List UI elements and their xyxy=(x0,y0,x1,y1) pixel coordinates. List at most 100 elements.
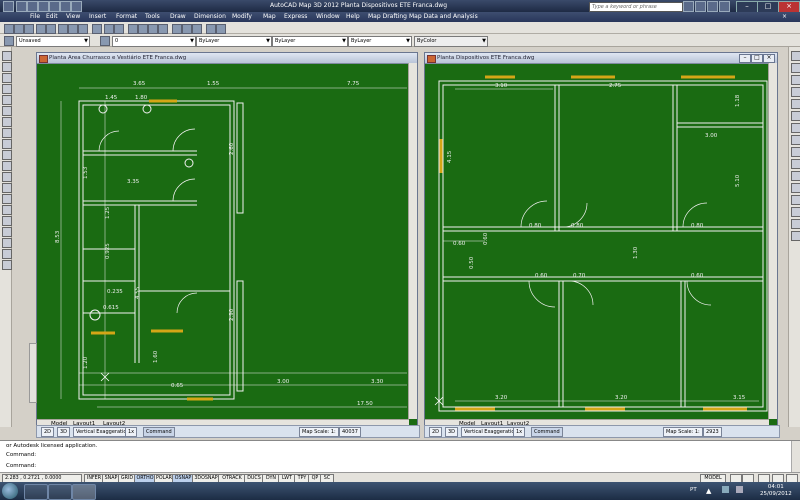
map-scale-value[interactable]: 2923 xyxy=(703,427,722,437)
insert-block-icon[interactable] xyxy=(2,172,12,182)
multiline-text-icon[interactable] xyxy=(2,249,12,259)
copy-icon[interactable] xyxy=(791,63,800,73)
menu-view[interactable]: View xyxy=(66,13,80,20)
menu-format[interactable]: Format xyxy=(116,13,137,20)
2d-button[interactable]: 2D xyxy=(41,427,55,437)
copy-icon[interactable] xyxy=(68,24,78,34)
start-button[interactable] xyxy=(2,483,18,499)
offset-icon[interactable] xyxy=(791,87,800,97)
move-icon[interactable] xyxy=(791,111,800,121)
right-drawing-window[interactable]: Planta Dispositivos ETE Franca.dwg – □ × xyxy=(424,52,778,438)
menu-edit[interactable]: Edit xyxy=(46,13,58,20)
gradient-icon[interactable] xyxy=(2,216,12,226)
erase-icon[interactable] xyxy=(791,51,800,61)
trim-icon[interactable] xyxy=(791,159,800,169)
array-icon[interactable] xyxy=(791,99,800,109)
chamfer-icon[interactable] xyxy=(791,207,800,217)
new-icon[interactable] xyxy=(16,1,27,12)
redo-tool-icon[interactable] xyxy=(114,24,124,34)
doc-close-icon[interactable]: × xyxy=(782,13,787,20)
open-icon[interactable] xyxy=(27,1,38,12)
circle-icon[interactable] xyxy=(2,117,12,127)
command-prompt[interactable]: Command: xyxy=(6,463,36,469)
stretch-icon[interactable] xyxy=(791,147,800,157)
extend-icon[interactable] xyxy=(791,171,800,181)
zoom-window-icon[interactable] xyxy=(148,24,158,34)
undo-tool-icon[interactable] xyxy=(104,24,114,34)
right-vertical-scrollbar[interactable] xyxy=(768,63,777,419)
left-drawing-window[interactable]: Planta Area Churrasco e Vestiário ETE Fr… xyxy=(29,52,418,438)
match-properties-icon[interactable] xyxy=(92,24,102,34)
subscription-icon[interactable] xyxy=(695,1,706,12)
volume-icon[interactable] xyxy=(736,486,743,493)
search-icon[interactable] xyxy=(683,1,694,12)
left-vertical-scrollbar[interactable] xyxy=(408,63,417,419)
cut-icon[interactable] xyxy=(58,24,68,34)
zoom-previous-icon[interactable] xyxy=(158,24,168,34)
plotstyle-combo[interactable]: ByColor ▼ xyxy=(414,36,488,47)
pan-icon[interactable] xyxy=(128,24,138,34)
ellipse-arc-icon[interactable] xyxy=(2,161,12,171)
plot-icon[interactable] xyxy=(71,1,82,12)
table-icon[interactable] xyxy=(2,238,12,248)
calculator-icon[interactable] xyxy=(216,24,226,34)
map-scale-value[interactable]: 40037 xyxy=(339,427,361,437)
region-icon[interactable] xyxy=(2,227,12,237)
layer-states-icon[interactable] xyxy=(100,36,110,46)
polyline-icon[interactable] xyxy=(2,73,12,83)
qnew-icon[interactable] xyxy=(4,24,14,34)
add-selected-icon[interactable] xyxy=(2,260,12,270)
menu-insert[interactable]: Insert xyxy=(89,13,106,20)
menu-map-data-analysis[interactable]: Map Data and Analysis xyxy=(409,13,478,20)
command-line[interactable]: or Autodesk licensed application. Comman… xyxy=(0,440,800,473)
menu-map[interactable]: Map xyxy=(263,13,276,20)
tray-arrow-icon[interactable]: ▲ xyxy=(706,487,711,495)
scale-icon[interactable] xyxy=(791,135,800,145)
layer-combo[interactable]: 0 ▼ xyxy=(112,36,196,47)
exaggeration-value[interactable]: 1x xyxy=(513,427,526,437)
menu-modify[interactable]: Modify xyxy=(232,13,252,20)
preview-icon[interactable] xyxy=(46,24,56,34)
print-icon[interactable] xyxy=(36,24,46,34)
layer-manager-icon[interactable] xyxy=(4,36,14,46)
point-icon[interactable] xyxy=(2,194,12,204)
undo-icon[interactable] xyxy=(49,1,60,12)
doc-maximize-button[interactable]: □ xyxy=(751,54,763,63)
save-icon[interactable] xyxy=(38,1,49,12)
zoom-realtime-icon[interactable] xyxy=(138,24,148,34)
search-input[interactable]: Type a keyword or phrase xyxy=(589,2,683,12)
doc-minimize-button[interactable]: – xyxy=(739,54,751,63)
color-combo[interactable]: ByLayer ▼ xyxy=(196,36,272,47)
join-icon[interactable] xyxy=(791,195,800,205)
doc-close-button[interactable]: × xyxy=(763,54,775,63)
menu-dimension[interactable]: Dimension xyxy=(194,13,226,20)
break-icon[interactable] xyxy=(791,183,800,193)
linetype-combo[interactable]: ByLayer ▼ xyxy=(272,36,348,47)
file-explorer-icon[interactable] xyxy=(48,484,72,500)
polygon-icon[interactable] xyxy=(2,84,12,94)
2d-button[interactable]: 2D xyxy=(429,427,443,437)
markup-icon[interactable] xyxy=(206,24,216,34)
rectangle-icon[interactable] xyxy=(2,95,12,105)
clock[interactable]: 04:01 25/09/2012 xyxy=(760,484,792,498)
menu-tools[interactable]: Tools xyxy=(145,13,160,20)
command-button[interactable]: Command xyxy=(143,427,175,437)
line-icon[interactable] xyxy=(2,51,12,61)
communication-icon[interactable] xyxy=(707,1,718,12)
menu-file[interactable]: File xyxy=(30,13,40,20)
fillet-icon[interactable] xyxy=(791,219,800,229)
explode-icon[interactable] xyxy=(791,231,800,241)
menu-express[interactable]: Express xyxy=(284,13,307,20)
tool-palettes-icon[interactable] xyxy=(192,24,202,34)
properties-icon[interactable] xyxy=(172,24,182,34)
lineweight-combo[interactable]: ByLayer ▼ xyxy=(348,36,412,47)
command-button[interactable]: Command xyxy=(531,427,563,437)
workspace-combo[interactable]: Unsaved ▼ xyxy=(16,36,90,47)
3d-button[interactable]: 3D xyxy=(57,427,71,437)
help-icon[interactable] xyxy=(719,1,730,12)
mirror-icon[interactable] xyxy=(791,75,800,85)
spline-icon[interactable] xyxy=(2,139,12,149)
language-indicator[interactable]: PT xyxy=(690,487,697,493)
command-scrollbar[interactable] xyxy=(791,441,800,473)
3d-button[interactable]: 3D xyxy=(445,427,459,437)
